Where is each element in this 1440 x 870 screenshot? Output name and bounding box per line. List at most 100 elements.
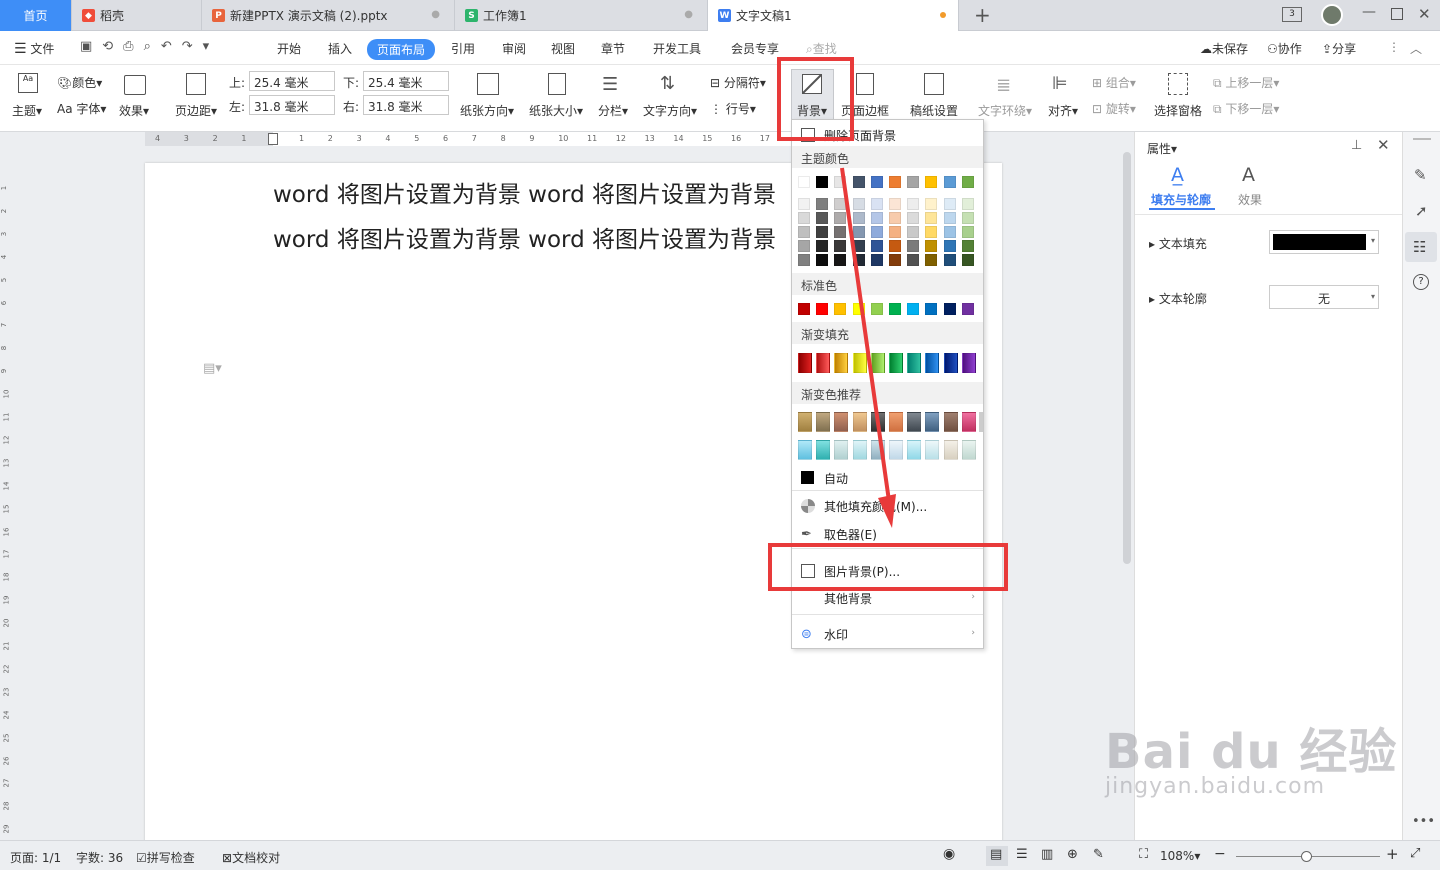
menu-devtools[interactable]: 开发工具 <box>653 40 701 57</box>
breaks-button[interactable]: ⊟ 分隔符▾ <box>710 74 766 91</box>
file-menu[interactable]: ☰ 文件 <box>14 40 54 57</box>
pen-icon[interactable]: ✎ <box>1414 166 1427 184</box>
paper-size-button[interactable]: 纸张大小▾ <box>529 102 583 119</box>
fit-page-icon[interactable]: ⛶ <box>1139 847 1148 862</box>
color-swatch[interactable] <box>925 212 938 224</box>
color-swatch[interactable] <box>925 226 938 238</box>
margin-button[interactable]: 页边距▾ <box>175 102 217 119</box>
standard-color-swatch[interactable] <box>798 303 810 315</box>
color-swatch[interactable] <box>798 198 810 210</box>
menu-page-layout[interactable]: 页面布局 <box>367 39 436 60</box>
bottom-margin-input[interactable]: 25.4 毫米 <box>363 71 449 91</box>
more-icon[interactable]: ⋮ <box>1388 40 1400 54</box>
color-swatch[interactable] <box>925 198 938 210</box>
gradient-recommend-swatch[interactable] <box>961 412 976 432</box>
close-panel-icon[interactable]: ✕ <box>1377 136 1390 154</box>
color-swatch[interactable] <box>816 176 829 188</box>
quick-access-icons[interactable]: ▣⟲⎙⌕↶↷▾ <box>80 39 219 54</box>
color-swatch[interactable] <box>943 198 956 210</box>
zoom-in-icon[interactable]: + <box>1386 845 1399 863</box>
avatar[interactable] <box>1321 4 1343 26</box>
watermark-item[interactable]: ⊜ 水印 › <box>792 621 983 647</box>
right-margin-input[interactable]: 31.8 毫米 <box>363 95 449 115</box>
text-fill-dropdown[interactable]: ▾ <box>1269 230 1379 254</box>
color-swatch[interactable] <box>798 176 810 188</box>
text-outline-row[interactable]: ▸ 文本轮廓 <box>1149 290 1207 307</box>
standard-color-swatch[interactable] <box>816 303 829 315</box>
text-outline-dropdown[interactable]: 无 ▾ <box>1269 285 1379 309</box>
menu-chapter[interactable]: 章节 <box>601 40 625 57</box>
window-count-badge[interactable]: 3 <box>1282 7 1302 22</box>
pin-icon[interactable]: ⊥ <box>1351 138 1362 153</box>
eye-icon[interactable]: ◉ <box>943 846 955 862</box>
doc-proof-button[interactable]: ⊠文档校对 <box>222 849 280 866</box>
gradient-recommend-swatch[interactable] <box>943 440 958 460</box>
gradient-recommend-swatch[interactable] <box>925 440 940 460</box>
sliders-icon[interactable]: ☷ <box>1413 238 1426 256</box>
gradient-recommend-swatch[interactable] <box>798 440 812 460</box>
tab-workbook[interactable]: S 工作簿1 ● <box>455 0 708 31</box>
collapse-ribbon-icon[interactable]: ︿ <box>1410 40 1422 57</box>
gradient-swatch[interactable] <box>925 353 940 373</box>
align-button[interactable]: 对齐▾ <box>1048 102 1078 119</box>
color-button[interactable]: 🎨︎颜色▾ <box>57 74 102 91</box>
color-swatch[interactable] <box>816 254 829 266</box>
gradient-recommend-swatch[interactable] <box>798 412 812 432</box>
reading-view-icon[interactable]: ▥ <box>1041 847 1053 862</box>
color-swatch[interactable] <box>961 226 974 238</box>
font-button[interactable]: Aa 字体▾ <box>57 100 106 117</box>
scrollbar-thumb[interactable] <box>1123 152 1131 564</box>
line-number-button[interactable]: ⋮ 行号▾ <box>710 100 756 117</box>
standard-color-swatch[interactable] <box>961 303 974 315</box>
menu-review[interactable]: 审阅 <box>502 40 526 57</box>
collab-button[interactable]: ⚇协作 <box>1267 40 1302 57</box>
document-line-1[interactable]: word 将图片设置为背景 word 将图片设置为背景 <box>273 175 793 209</box>
web-view-icon[interactable]: ⊕ <box>1067 847 1078 862</box>
group-button[interactable]: ⊞ 组合▾ <box>1092 74 1136 91</box>
word-count[interactable]: 字数: 36 <box>76 849 123 866</box>
color-swatch[interactable] <box>798 226 810 238</box>
tab-pptx[interactable]: P 新建PPTX 演示文稿 (2).pptx ● <box>202 0 455 31</box>
color-swatch[interactable] <box>798 240 810 252</box>
spell-check-button[interactable]: ☑拼写检查 <box>136 849 195 866</box>
new-tab-icon[interactable]: + <box>974 3 991 27</box>
columns-button[interactable]: 分栏▾ <box>598 102 628 119</box>
indent-marker[interactable] <box>268 133 278 145</box>
gradient-recommend-swatch[interactable] <box>925 412 940 432</box>
write-mode-icon[interactable]: ✎ <box>1093 847 1104 862</box>
paper-settings-button[interactable]: 稿纸设置 <box>910 102 958 119</box>
rotate-button[interactable]: ⊡ 旋转▾ <box>1092 100 1136 117</box>
page-view-icon[interactable]: ▤ <box>990 847 1002 862</box>
unsaved-button[interactable]: ☁未保存 <box>1200 40 1248 57</box>
more-tools-icon[interactable]: ••• <box>1412 814 1435 829</box>
zoom-slider-handle[interactable] <box>1301 851 1312 862</box>
color-swatch[interactable] <box>816 240 829 252</box>
orientation-button[interactable]: 纸张方向▾ <box>460 102 514 119</box>
text-direction-button[interactable]: 文字方向▾ <box>643 102 697 119</box>
gradient-swatch[interactable] <box>961 353 976 373</box>
color-swatch[interactable] <box>943 254 956 266</box>
gradient-recommend-swatch[interactable] <box>961 440 976 460</box>
gradient-swatch[interactable] <box>798 353 812 373</box>
share-button[interactable]: ⇪分享 <box>1322 40 1356 57</box>
properties-title[interactable]: 属性▾ <box>1147 140 1177 157</box>
outline-view-icon[interactable]: ☰ <box>1016 847 1028 862</box>
top-margin-input[interactable]: 25.4 毫米 <box>249 71 335 91</box>
color-swatch[interactable] <box>816 198 829 210</box>
close-icon[interactable]: ● <box>431 9 440 20</box>
gradient-swatch[interactable] <box>816 353 831 373</box>
standard-color-swatch[interactable] <box>943 303 956 315</box>
color-swatch[interactable] <box>961 212 974 224</box>
fullscreen-icon[interactable]: ⤢ <box>1410 846 1420 861</box>
color-swatch[interactable] <box>798 254 810 266</box>
color-swatch[interactable] <box>961 198 974 210</box>
paragraph-options-icon[interactable]: ▤▾ <box>203 361 222 376</box>
gradient-swatch[interactable] <box>943 353 958 373</box>
zoom-level[interactable]: 108%▾ <box>1160 849 1200 863</box>
color-swatch[interactable] <box>943 240 956 252</box>
tab-effect[interactable]: 效果 <box>1238 191 1262 208</box>
color-swatch[interactable] <box>925 240 938 252</box>
theme-button[interactable]: 主题▾ <box>12 102 42 119</box>
zoom-out-icon[interactable]: − <box>1214 846 1226 862</box>
document-line-2[interactable]: word 将图片设置为背景 word 将图片设置为背景 <box>273 220 793 254</box>
